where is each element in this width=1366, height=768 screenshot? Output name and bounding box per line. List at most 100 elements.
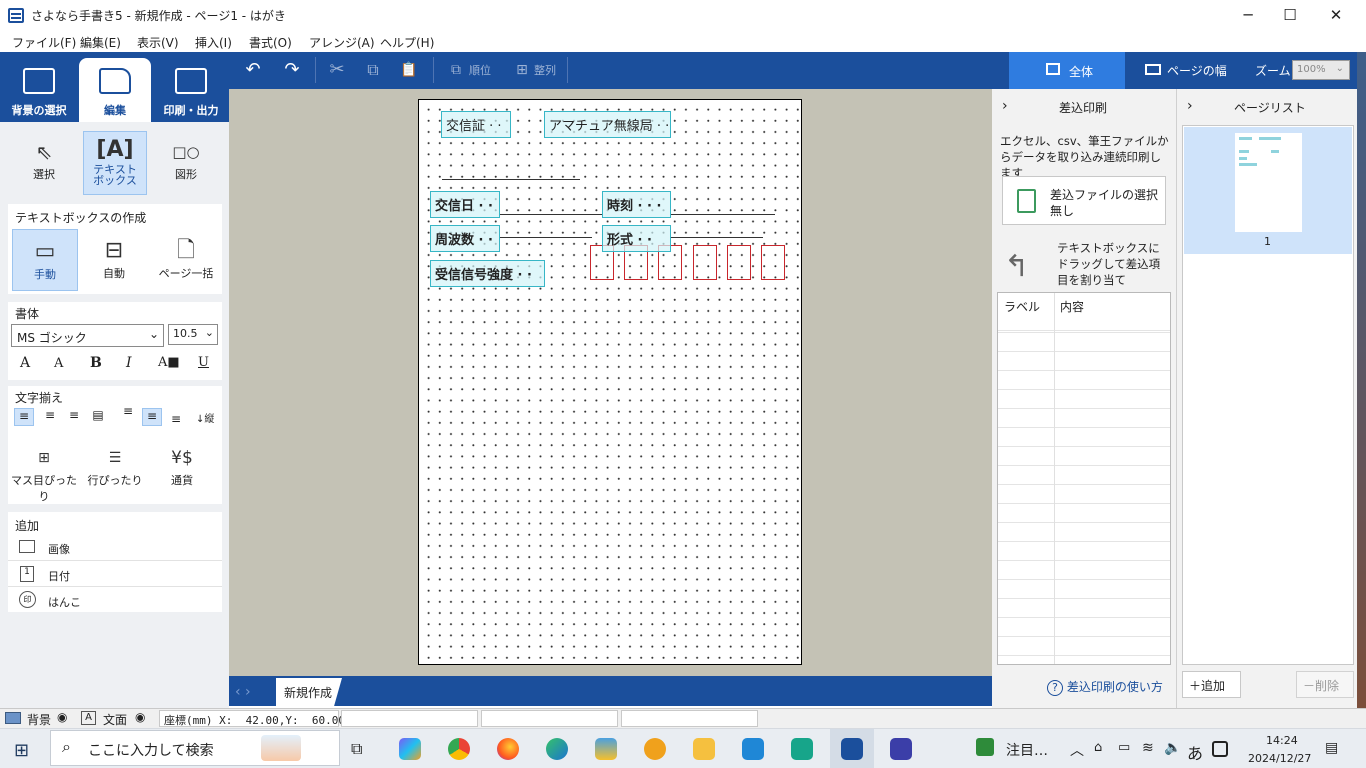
taskbar-notice[interactable]: 注目… <box>1006 740 1048 760</box>
valign-bottom-icon[interactable]: ≡ <box>166 412 186 426</box>
create-page-all-button[interactable]: 🗋 ページ一括 <box>153 237 219 281</box>
eye-icon[interactable]: ◉ <box>57 710 67 724</box>
add-stamp-item[interactable]: 印 はんこ <box>8 588 222 613</box>
app-icon[interactable] <box>595 738 617 760</box>
speaker-icon[interactable]: 🔈 <box>1164 740 1181 756</box>
create-auto-button[interactable]: ⊟ 自動 <box>84 237 144 281</box>
file-explorer-icon[interactable] <box>693 738 715 760</box>
shape-tool[interactable]: □○ 図形 <box>162 138 210 182</box>
menu-view[interactable]: 表示(V) <box>137 34 179 51</box>
font-color-button[interactable]: A■ <box>158 355 180 370</box>
field-time[interactable]: 時刻 · · · <box>602 191 671 218</box>
battery-icon[interactable]: ▭ <box>1118 740 1130 755</box>
brave-shield-icon[interactable] <box>644 738 666 760</box>
valign-top-icon[interactable]: ≡ <box>118 404 138 418</box>
align-center-icon[interactable]: ≡ <box>40 408 60 422</box>
close-button[interactable]: ✕ <box>1313 0 1359 31</box>
field-station[interactable]: アマチュア無線局 · · <box>544 111 671 138</box>
view-whole-button[interactable]: 全体 <box>1009 52 1125 89</box>
page-delete-button[interactable]: －削除 <box>1296 671 1354 698</box>
align-button[interactable]: 整列 <box>534 62 556 78</box>
paste-button[interactable]: 📋 <box>396 56 422 84</box>
vscode-icon[interactable] <box>742 738 764 760</box>
copilot-icon[interactable] <box>399 738 421 760</box>
field-mode[interactable]: 形式 · · <box>602 225 671 252</box>
merge-field-table[interactable]: ラベル 内容 <box>997 292 1171 665</box>
align-left-icon[interactable]: ≡ <box>14 408 34 426</box>
page-width-button[interactable]: ページの幅 <box>1167 62 1227 79</box>
currency-button[interactable]: ¥$ 通貨 <box>156 444 208 488</box>
page-thumbnail-item[interactable]: 1 <box>1184 127 1352 254</box>
menu-format[interactable]: 書式(O) <box>249 34 292 51</box>
field-signal[interactable]: 受信信号強度 · · <box>430 260 545 287</box>
redo-button[interactable]: ↷ <box>279 56 305 84</box>
cut-button[interactable]: ✂ <box>324 56 350 84</box>
notification-app-icon[interactable] <box>976 738 994 756</box>
merge-help-link[interactable]: ? 差込印刷の使い方 <box>1047 678 1163 696</box>
taskbar-search[interactable]: ⌕ ここに入力して検索 <box>50 730 340 766</box>
merge-file-select-button[interactable]: 差込ファイルの選択 無し <box>1002 176 1166 225</box>
create-manual-button[interactable]: ▭ 手動 <box>12 229 78 291</box>
tab-background[interactable]: 背景の選択 <box>3 58 75 122</box>
clock-time[interactable]: 14:24 <box>1266 734 1298 747</box>
minimize-button[interactable]: ─ <box>1225 0 1271 31</box>
field-date[interactable]: 交信日 · · <box>430 191 500 218</box>
valign-middle-icon[interactable]: ≡ <box>142 408 162 426</box>
font-shrink-button[interactable]: A <box>54 356 63 371</box>
eye-icon[interactable]: ◉ <box>135 710 145 724</box>
device-icon[interactable]: ⌂ <box>1094 740 1102 755</box>
task-view-icon[interactable]: ⧉ <box>351 739 362 759</box>
postcard-page[interactable]: 交信証 · · アマチュア無線局 · · 交信日 · · 時刻 · · · 周波… <box>418 99 802 665</box>
grid-fit-button[interactable]: ⊞ マス目ぴったり <box>10 444 78 504</box>
maximize-button[interactable]: ☐ <box>1267 0 1313 31</box>
app-icon[interactable] <box>890 738 912 760</box>
menu-insert[interactable]: 挿入(I) <box>195 34 232 51</box>
bold-button[interactable]: B <box>90 355 102 371</box>
align-right-icon[interactable]: ≡ <box>64 408 84 422</box>
status-text-label: 文面 <box>103 713 128 727</box>
menu-arrange[interactable]: アレンジ(A) <box>309 34 375 51</box>
notes-app-icon[interactable] <box>791 738 813 760</box>
chevron-right-icon[interactable]: › <box>1187 98 1193 114</box>
textbox-tool[interactable]: [A] テキスト ボックス <box>83 131 147 195</box>
vertical-text-button[interactable]: ↓縦 <box>196 410 214 425</box>
ime-mode-icon[interactable] <box>1212 741 1228 757</box>
chrome-icon[interactable] <box>448 738 470 760</box>
order-button[interactable]: 順位 <box>469 62 491 78</box>
document-tab[interactable]: 新規作成 <box>276 678 342 706</box>
font-grow-button[interactable]: A <box>20 355 30 371</box>
field-cert[interactable]: 交信証 · · <box>441 111 511 138</box>
menu-help[interactable]: ヘルプ(H) <box>380 34 434 51</box>
chevron-right-icon[interactable]: › <box>1002 98 1008 114</box>
notification-center-icon[interactable]: ▤ <box>1325 740 1338 756</box>
undo-button[interactable]: ↶ <box>240 56 266 84</box>
firefox-icon[interactable] <box>497 738 519 760</box>
add-date-item[interactable]: 1 日付 <box>8 562 222 587</box>
zip-box <box>693 245 717 280</box>
chevron-up-icon[interactable]: ︿ <box>1070 740 1084 760</box>
line-fit-button[interactable]: ☰ 行ぴったり <box>84 444 146 488</box>
select-tool[interactable]: ⇖ 選択 <box>18 138 70 182</box>
font-family-select[interactable]: MS ゴシック ⌄ <box>11 324 164 347</box>
ime-indicator[interactable]: あ <box>1187 740 1203 764</box>
copy-button[interactable]: ⧉ <box>360 56 386 84</box>
underline-button[interactable]: U <box>198 355 209 370</box>
sayonara-tegaki-icon[interactable] <box>841 738 863 760</box>
italic-button[interactable]: I <box>126 355 132 371</box>
font-size-select[interactable]: 10.5 ⌄ <box>168 324 218 345</box>
menu-edit[interactable]: 編集(E) <box>80 34 121 51</box>
align-justify-icon[interactable]: ▤ <box>88 408 108 422</box>
edge-icon[interactable] <box>546 738 568 760</box>
zoom-select[interactable]: 100% ⌄ <box>1292 60 1350 80</box>
page-add-button[interactable]: ＋追加 <box>1182 671 1241 698</box>
menu-file[interactable]: ファイル(F) <box>12 34 76 51</box>
clock-date[interactable]: 2024/12/27 <box>1248 752 1311 765</box>
tab-scroll-arrows[interactable]: ‹ › <box>235 684 251 700</box>
add-image-item[interactable]: 画像 <box>8 536 222 561</box>
field-frequency[interactable]: 周波数 · · <box>430 225 500 252</box>
windows-start-icon[interactable]: ⊞ <box>14 740 29 761</box>
wifi-icon[interactable]: ≋ <box>1142 740 1154 756</box>
frequency-line <box>500 237 592 238</box>
tab-print[interactable]: 印刷・出力 <box>155 58 227 122</box>
tab-edit[interactable]: 編集 <box>79 58 151 122</box>
